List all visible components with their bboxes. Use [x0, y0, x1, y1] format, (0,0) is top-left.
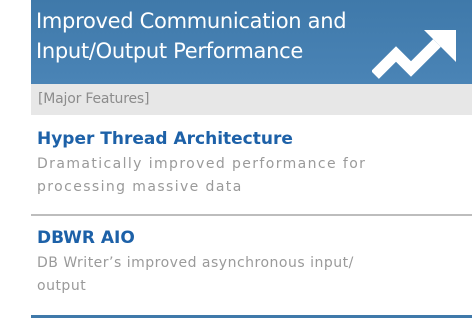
- feature-description: Dramatically improved performance for pr…: [37, 156, 367, 195]
- feature-description: DB Writer’s improved asynchronous input/…: [37, 255, 354, 294]
- section-header-bar: [Major Features]: [31, 84, 472, 115]
- trend-up-arrow-icon: [372, 30, 456, 79]
- feature-title: DBWR AIO: [37, 228, 135, 248]
- feature-title: Hyper Thread Architecture: [37, 129, 293, 149]
- feature-item-hyper-thread: Hyper Thread Architecture Dramatically i…: [31, 127, 472, 199]
- feature-divider: [31, 214, 472, 216]
- bottom-accent-divider: [31, 315, 472, 318]
- feature-item-dbwr-aio: DBWR AIO DB Writer’s improved asynchrono…: [31, 226, 472, 298]
- page-title: Improved Communication and Input/Output …: [36, 9, 347, 63]
- section-label: [Major Features]: [38, 91, 150, 107]
- header-banner: Improved Communication and Input/Output …: [31, 0, 472, 84]
